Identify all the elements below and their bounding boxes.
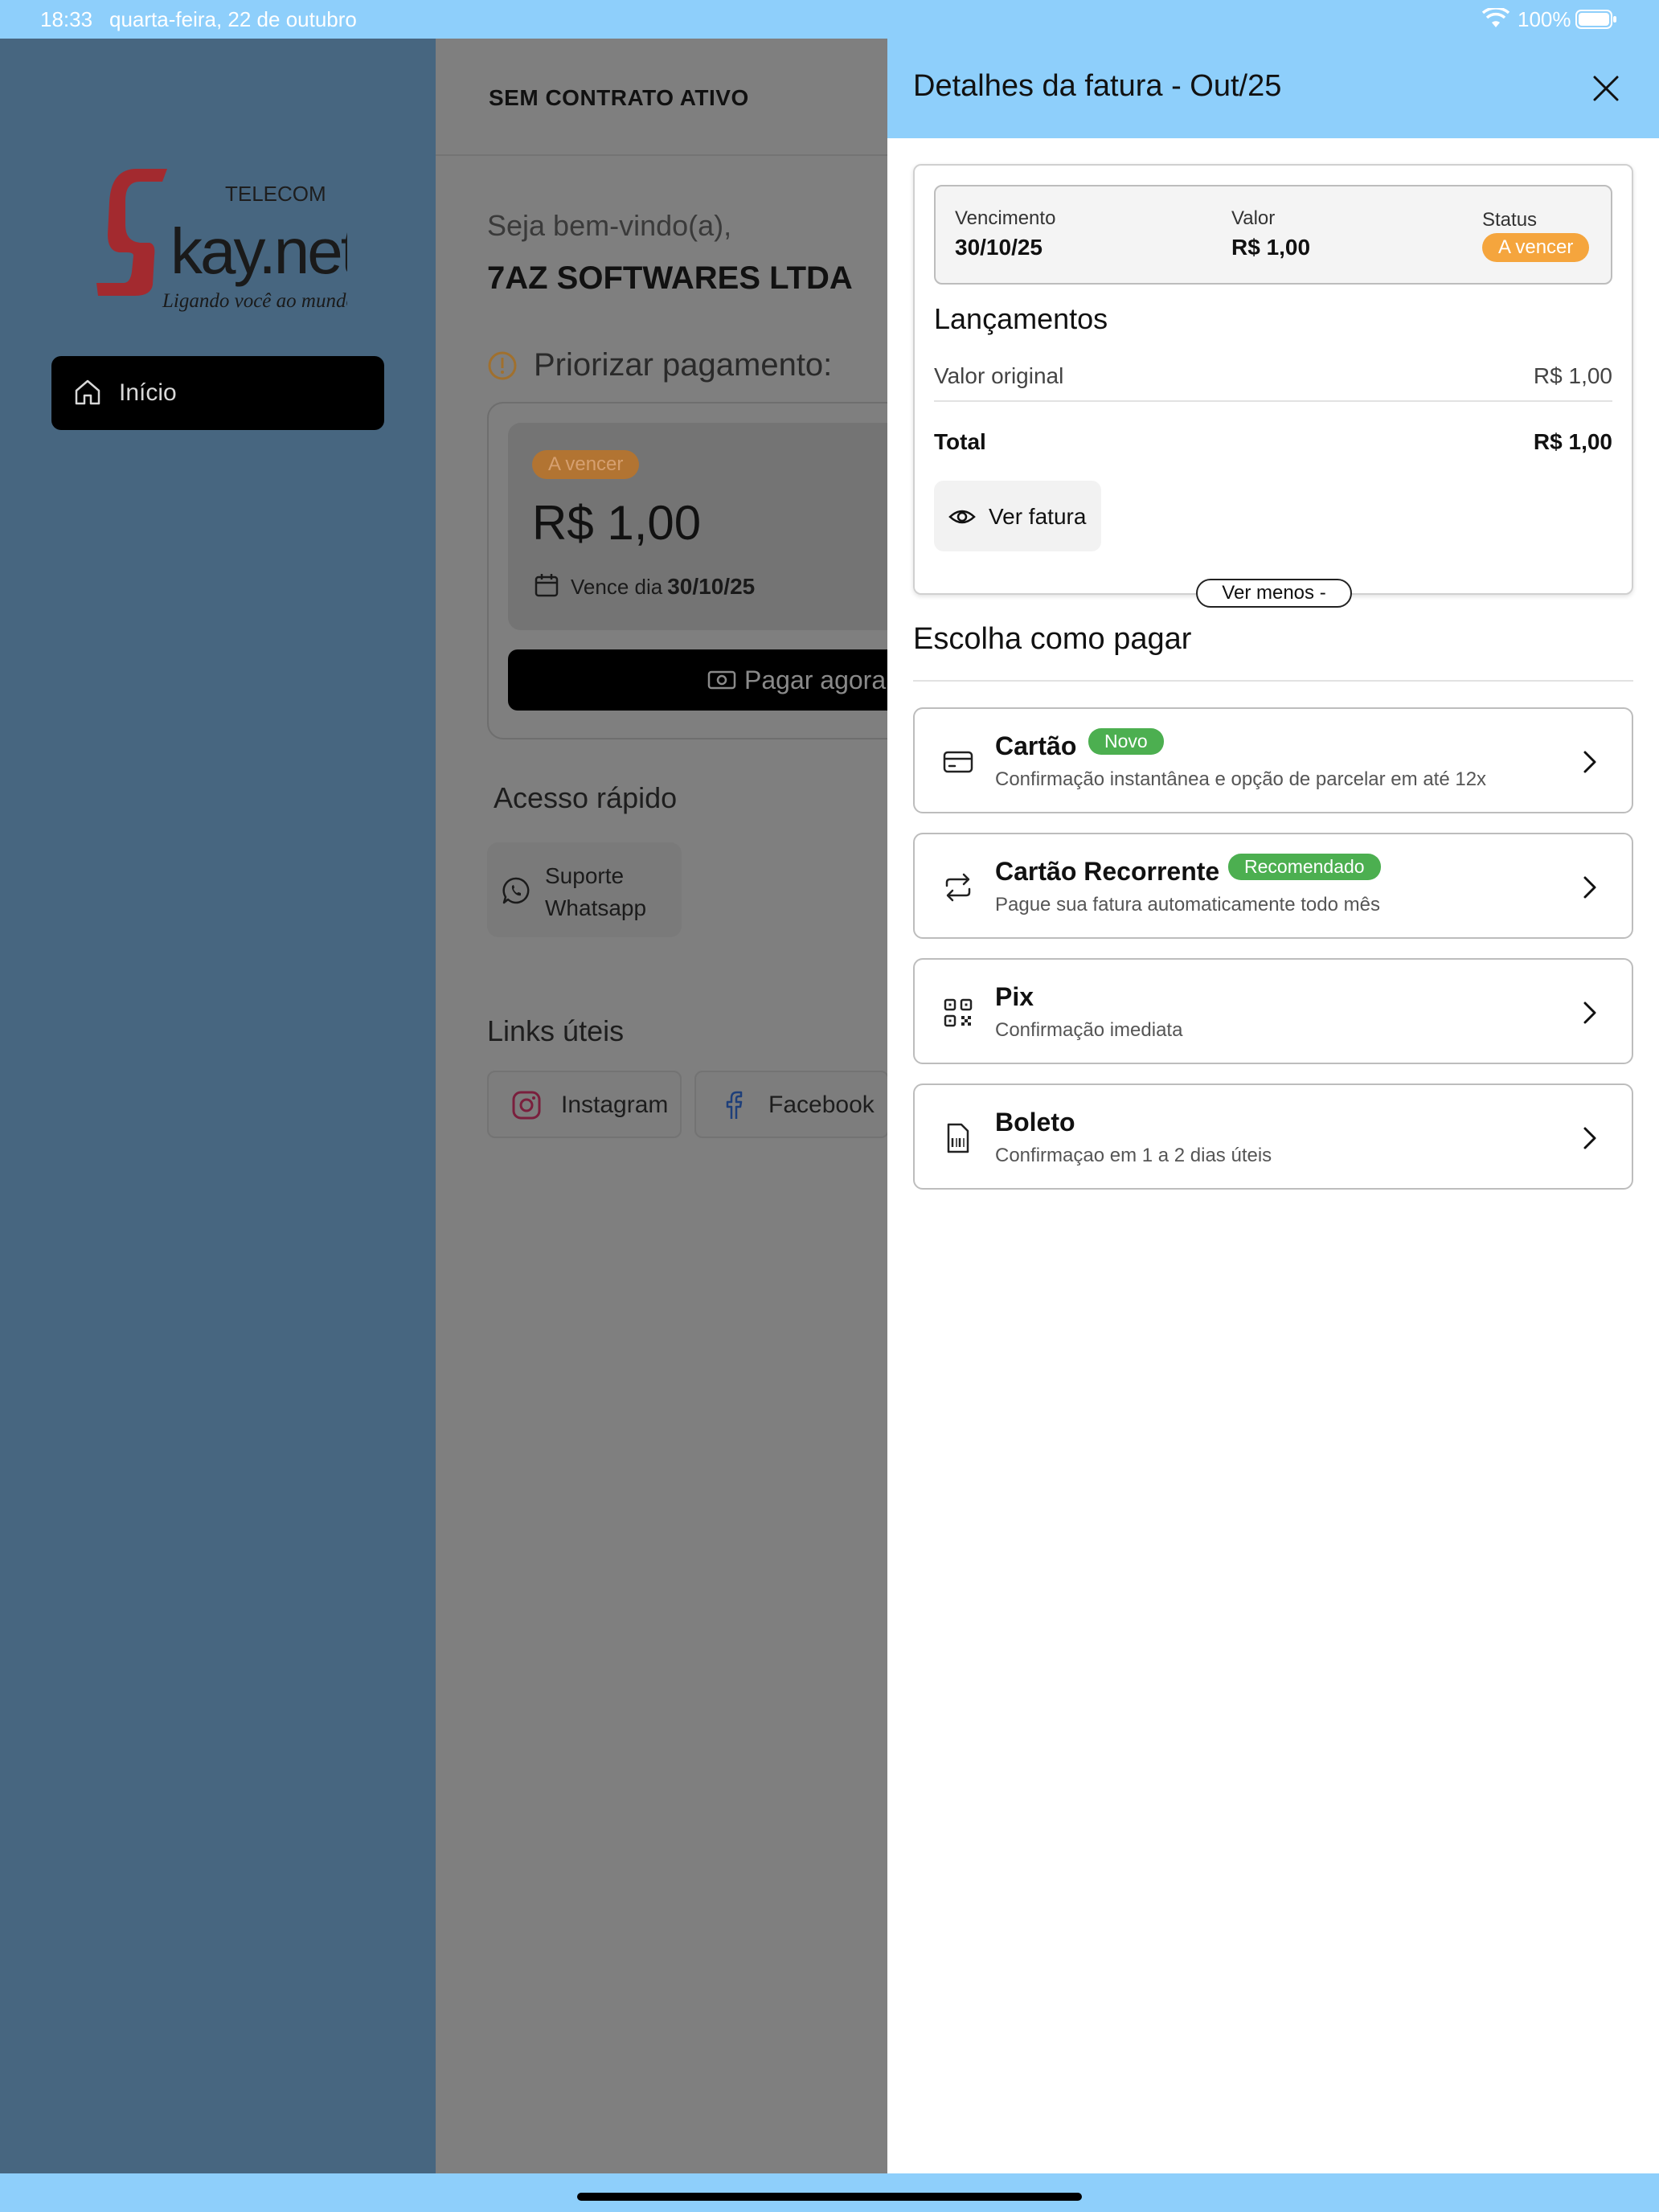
chevron-right-icon [1583, 1002, 1596, 1024]
recommended-badge: Recomendado [1228, 854, 1381, 880]
option-name: Pix [995, 982, 1034, 1011]
main-content: SEM CONTRATO ATIVO Seja bem-vindo(a), 7A… [436, 39, 887, 2173]
entries-title: Lançamentos [934, 302, 1108, 335]
wifi-icon [1482, 8, 1509, 27]
close-icon[interactable] [1588, 71, 1624, 106]
welcome-text: Seja bem-vindo(a), [487, 209, 732, 242]
due-date-value: 30/10/25 [955, 235, 1043, 260]
contract-status-title: SEM CONTRATO ATIVO [489, 85, 749, 110]
barcode-document-icon [947, 1123, 969, 1153]
view-invoice-label: Ver fatura [989, 504, 1087, 529]
instagram-link[interactable]: Instagram [487, 1071, 682, 1138]
whatsapp-icon [502, 877, 530, 904]
status-badge: A vencer [1482, 233, 1590, 262]
eye-icon [948, 510, 976, 524]
option-description: Confirmação imediata [995, 1019, 1183, 1041]
priority-invoice-card: A vencer R$ 1,00 Vence dia 30/10/25 Pagar… [487, 402, 887, 739]
drawer-header: Detalhes da fatura - Out/25 [887, 39, 1659, 138]
sidebar-item-inicio[interactable]: Início [51, 356, 384, 430]
facebook-label: Facebook [768, 1092, 875, 1118]
invoice-due-date: Vence dia 30/10/25 [571, 574, 755, 600]
status-label: Status [1482, 209, 1538, 231]
invoice-details-drawer: Detalhes da fatura - Out/25 Vencimento 3… [887, 39, 1659, 2173]
skaynet-logo: TELECOM kay.net Ligando você ao mundo! [96, 169, 347, 312]
original-value-amount: R$ 1,00 [1533, 363, 1612, 388]
choose-payment-title: Escolha como pagar [913, 622, 1192, 656]
chevron-right-icon [1583, 1127, 1596, 1149]
priority-payment-title: Priorizar pagamento: [534, 347, 833, 383]
option-name: Cartão Recorrente [995, 857, 1220, 886]
invoice-summary-box: Vencimento 30/10/25 Valor R$ 1,00 Status… [934, 185, 1612, 285]
sidebar-item-label: Início [119, 379, 177, 406]
due-prefix: Vence dia [571, 575, 663, 599]
quick-access-whatsapp-support[interactable]: Suporte Whatsapp [487, 842, 682, 937]
alert-icon [488, 351, 517, 380]
status-time: 18:33 [40, 7, 93, 31]
home-bar [0, 2173, 1659, 2212]
option-name: Boleto [995, 1108, 1075, 1137]
battery-icon [1575, 10, 1616, 29]
instagram-icon [512, 1091, 541, 1120]
option-description: Confirmação instantânea e opção de parce… [995, 768, 1487, 790]
quick-access-title: Acesso rápido [494, 781, 678, 814]
money-icon [707, 670, 736, 690]
pay-now-button[interactable]: Pagar agora [508, 649, 887, 711]
main-header: SEM CONTRATO ATIVO [436, 39, 887, 156]
invoice-summary: A vencer R$ 1,00 Vence dia 30/10/25 [508, 423, 887, 630]
quick-access-label: Suporte Whatsapp [545, 863, 647, 920]
home-icon [75, 379, 100, 405]
divider [913, 680, 1633, 682]
payment-option-pix[interactable]: Pix Confirmação imediata [913, 958, 1633, 1064]
view-invoice-button[interactable]: Ver fatura [934, 481, 1101, 551]
amount-value: R$ 1,00 [1231, 235, 1311, 260]
new-badge: Novo [1088, 728, 1164, 755]
company-name: 7AZ SOFTWARES LTDA [487, 260, 853, 296]
total-label: Total [934, 429, 986, 454]
option-description: Pague sua fatura automaticamente todo mê… [995, 894, 1380, 916]
payment-option-boleto[interactable]: Boleto Confirmaçao em 1 a 2 dias úteis [913, 1083, 1633, 1190]
option-description: Confirmaçao em 1 a 2 dias úteis [995, 1145, 1272, 1166]
svg-text:TELECOM: TELECOM [225, 182, 326, 206]
invoice-status-badge: A vencer [532, 450, 640, 479]
drawer-title: Detalhes da fatura - Out/25 [913, 69, 1282, 103]
credit-card-icon [943, 751, 973, 773]
instagram-label: Instagram [561, 1092, 669, 1118]
facebook-link[interactable]: Facebook [694, 1071, 887, 1138]
status-date: quarta-feira, 22 de outubro [109, 7, 357, 31]
divider [934, 400, 1612, 402]
invoice-details-card: Vencimento 30/10/25 Valor R$ 1,00 Status… [913, 164, 1633, 595]
option-name: Cartão [995, 731, 1077, 760]
home-indicator[interactable] [577, 2193, 1082, 2201]
svg-text:kay.net: kay.net [170, 215, 347, 287]
sidebar: TELECOM kay.net Ligando você ao mundo! I… [0, 39, 436, 2173]
qr-code-icon [944, 998, 973, 1027]
payment-option-card[interactable]: Cartão Novo Confirmação instantânea e op… [913, 707, 1633, 813]
due-date-value: 30/10/25 [667, 574, 756, 599]
pay-now-label: Pagar agora [744, 666, 887, 694]
status-bar: 18:33 quarta-feira, 22 de outubro 100% [0, 0, 1659, 39]
chevron-right-icon [1583, 751, 1596, 773]
repeat-icon [945, 873, 971, 902]
svg-text:Ligando você ao mundo!: Ligando você ao mundo! [162, 290, 347, 312]
calendar-icon [535, 574, 559, 597]
battery-percentage: 100% [1518, 7, 1571, 31]
original-value-label: Valor original [934, 363, 1064, 388]
due-date-label: Vencimento [955, 207, 1056, 229]
payment-option-recurring-card[interactable]: Cartão Recorrente Recomendado Pague sua … [913, 833, 1633, 939]
chevron-right-icon [1583, 876, 1596, 899]
facebook-icon [726, 1091, 743, 1119]
show-less-button[interactable]: Ver menos - [1196, 579, 1352, 608]
amount-label: Valor [1231, 207, 1276, 229]
total-value: R$ 1,00 [1533, 429, 1612, 454]
useful-links-title: Links úteis [487, 1014, 625, 1047]
invoice-amount: R$ 1,00 [532, 496, 702, 550]
